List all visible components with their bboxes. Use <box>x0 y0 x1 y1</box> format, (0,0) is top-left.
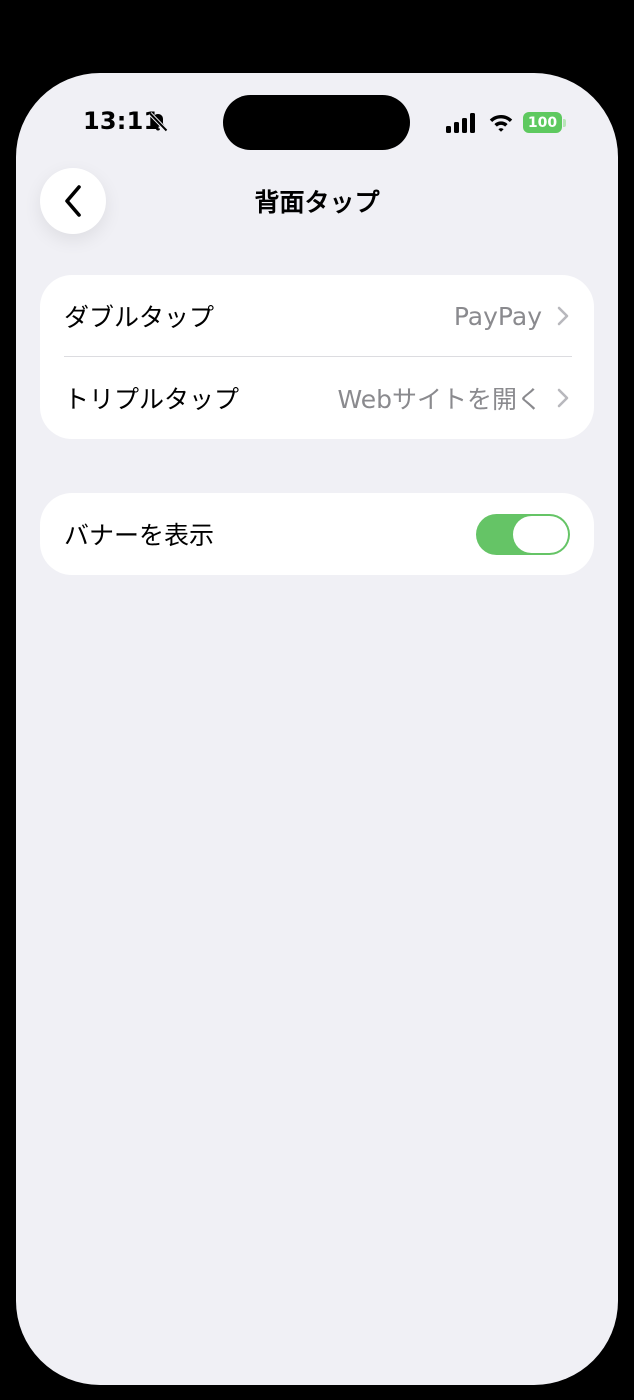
triple-tap-value: Webサイトを開く <box>337 385 542 414</box>
show-banner-row: バナーを表示 <box>40 493 594 575</box>
battery-tip <box>563 119 566 127</box>
wifi-icon <box>489 115 513 132</box>
dynamic-island <box>223 95 410 150</box>
triple-tap-row[interactable]: トリプルタップ Webサイトを開く <box>40 357 594 439</box>
battery-indicator: 100 <box>523 112 562 133</box>
chevron-right-icon <box>557 388 569 408</box>
cellular-signal-icon <box>446 113 475 133</box>
triple-tap-label: トリプルタップ <box>64 385 240 414</box>
double-tap-row[interactable]: ダブルタップ PayPay <box>40 275 594 357</box>
double-tap-label: ダブルタップ <box>64 303 215 332</box>
chevron-right-icon <box>557 306 569 326</box>
show-banner-label: バナーを表示 <box>64 521 215 550</box>
banner-settings-group: バナーを表示 <box>40 493 594 575</box>
double-tap-value: PayPay <box>453 301 542 331</box>
page-title: 背面タップ <box>254 188 380 217</box>
toggle-knob <box>513 515 568 553</box>
show-banner-toggle[interactable] <box>476 513 570 555</box>
bell-slash-icon <box>148 112 168 132</box>
phone-screen: 13:11 100 背面タップ ダブルタップ PayPay トリプルタップ We… <box>16 73 618 1385</box>
battery-level: 100 <box>527 114 558 131</box>
back-tap-settings-group: ダブルタップ PayPay トリプルタップ Webサイトを開く <box>40 275 594 439</box>
